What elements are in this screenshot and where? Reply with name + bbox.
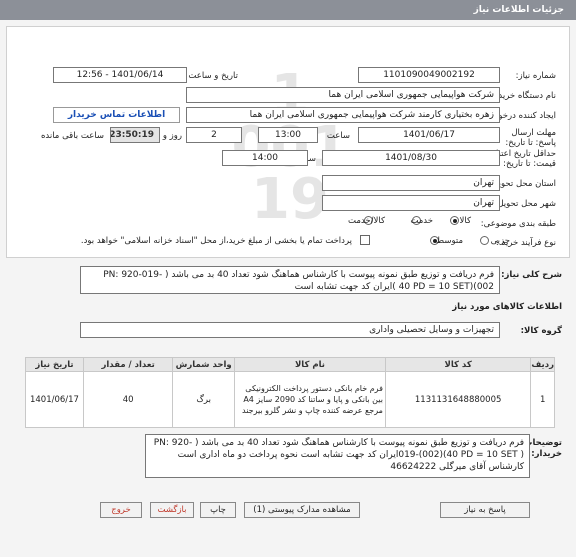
city-label: شهر محل تحویل: — [494, 199, 556, 209]
cell-name: فرم خام بانکی دستور پرداخت الکترونیکی بی… — [234, 371, 386, 428]
category-option-goods-service: کالا/خدمت — [348, 216, 385, 226]
group-field: تجهیزات و وسایل تحصیلی واداری — [80, 322, 500, 338]
days-field: 2 — [186, 127, 242, 143]
category-radio-goods[interactable] — [450, 216, 459, 225]
remaining-label: ساعت باقی مانده — [40, 131, 104, 141]
buyer-contact-link[interactable]: اطلاعات تماس خریدار — [53, 107, 180, 123]
goods-table: تاریخ نیاز تعداد / مقدار واحد شمارش نام … — [25, 357, 555, 428]
category-label: طبقه بندی موضوعی: — [480, 219, 556, 229]
buyer-field: شرکت هواپیمایی جمهوری اسلامی ایران هما — [186, 87, 500, 103]
col-code: کد کالا — [384, 357, 532, 372]
cell-unit: برگ — [172, 371, 236, 428]
group-label: گروه کالا: — [520, 326, 562, 336]
deadline-time-label: ساعت — [326, 131, 350, 141]
deadline-time-field: 13:00 — [258, 127, 318, 143]
province-field: تهران — [322, 175, 500, 191]
cell-need-date: 1401/06/17 — [25, 371, 84, 428]
validity-date-field: 1401/08/30 — [322, 150, 500, 166]
goods-section-title: اطلاعات کالاهای مورد نیاز — [452, 302, 562, 312]
page-header: جزئیات اطلاعات نیاز — [0, 0, 576, 20]
cell-row: 1 — [530, 371, 555, 428]
reply-button[interactable]: پاسخ به نیاز — [440, 502, 530, 518]
category-option-service: خدمت — [410, 216, 433, 226]
announce-field: 1401/06/14 - 12:56 — [53, 67, 187, 83]
back-button[interactable]: بازگشت — [150, 502, 194, 518]
purchase-option-minor: جزیی — [490, 236, 510, 246]
summary-label: شرح کلی نیاز: — [501, 270, 562, 280]
category-option-goods: کالا — [459, 216, 471, 226]
need-number-field: 1101090049002192 — [358, 67, 500, 83]
purchase-radio-minor[interactable] — [480, 236, 489, 245]
table-header-row: تاریخ نیاز تعداد / مقدار واحد شمارش نام … — [25, 357, 555, 372]
cell-code: 1131131648880005 — [384, 371, 532, 428]
col-need-date: تاریخ نیاز — [25, 357, 84, 372]
col-name: نام کالا — [234, 357, 386, 372]
days-label: روز و — [162, 131, 182, 141]
treasury-checkbox[interactable] — [360, 235, 370, 245]
purchase-option-medium: متوسط — [436, 236, 463, 246]
table-row[interactable]: 1401/06/17 40 برگ فرم خام بانکی دستور پر… — [25, 371, 555, 428]
deadline-date-field: 1401/06/17 — [358, 127, 500, 143]
col-quantity: تعداد / مقدار — [82, 357, 174, 372]
remaining-time-field: 23:50:19 — [110, 127, 160, 143]
col-unit: واحد شمارش — [172, 357, 236, 372]
summary-description: فرم دریافت و توزیع طبق نمونه پیوست با کا… — [80, 266, 500, 294]
need-number-label: شماره نیاز: — [515, 71, 556, 81]
cell-quantity: 40 — [82, 371, 174, 428]
view-documents-button[interactable]: مشاهده مدارک پیوستی (1) — [244, 502, 360, 518]
buyer-notes-text: فرم دریافت و توزیع طبق نمونه پیوست با کا… — [145, 434, 530, 478]
exit-button[interactable]: خروج — [100, 502, 142, 518]
creator-field: زهره بختیاری کارمند شرکت هواپیمایی جمهور… — [186, 107, 500, 123]
print-button[interactable]: چاپ — [200, 502, 236, 518]
col-row: ردیف — [530, 357, 555, 372]
city-field: تهران — [322, 195, 500, 211]
validity-time-field: 14:00 — [222, 150, 308, 166]
treasury-payment-text: پرداخت تمام یا بخشی از مبلغ خرید،از محل … — [80, 236, 352, 246]
